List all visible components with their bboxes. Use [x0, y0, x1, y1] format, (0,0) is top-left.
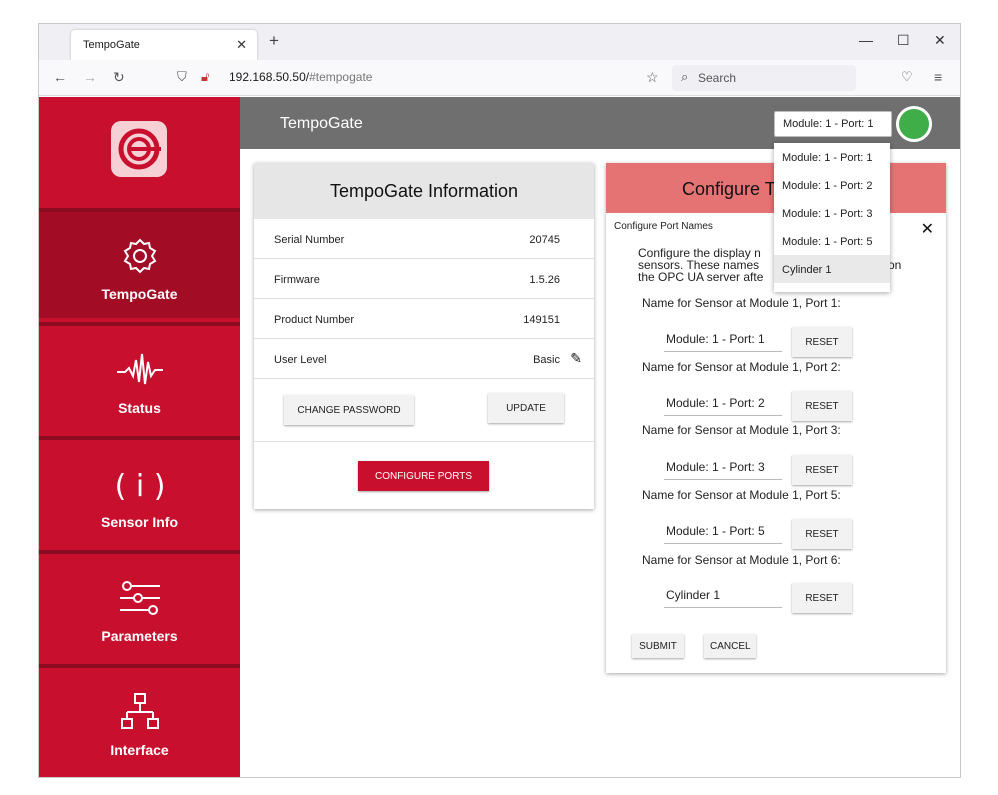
port-name-input[interactable]: Module: 1 - Port: 1: [664, 332, 782, 352]
shield-icon[interactable]: ⛉: [177, 69, 187, 85]
network-icon: [115, 690, 165, 734]
browser-tab[interactable]: TempoGate ✕: [71, 30, 257, 60]
port-label: Name for Sensor at Module 1, Port 5:: [642, 488, 841, 502]
lock-icon[interactable]: 🔓︎: [201, 69, 209, 85]
tab-close-icon[interactable]: ✕: [236, 37, 247, 53]
reset-button[interactable]: RESET: [792, 583, 852, 613]
info-value: Basic: [533, 354, 560, 366]
url-path: #tempogate: [309, 70, 373, 84]
pocket-icon[interactable]: ♡: [901, 69, 913, 85]
logo-area: [39, 97, 240, 208]
port-name-input[interactable]: Module: 1 - Port: 2: [664, 396, 782, 416]
tab-title: TempoGate: [83, 39, 140, 51]
dropdown-option[interactable]: Module: 1 - Port: 2: [774, 171, 890, 199]
app-header: TempoGate Module: 1 - Port: 1: [240, 97, 960, 149]
reset-button[interactable]: RESET: [792, 455, 852, 485]
sidebar-item-sensor-info[interactable]: ( i ) Sensor Info: [39, 436, 240, 546]
sliders-icon: [115, 576, 165, 620]
dropdown-option[interactable]: Module: 1 - Port: 3: [774, 199, 890, 227]
info-card-title: TempoGate Information: [254, 163, 594, 219]
reset-button[interactable]: RESET: [792, 327, 852, 357]
browser-window: TempoGate ✕ + — ☐ ✕ ← → ↻ ⛉ 🔓︎ 192.168.5…: [38, 23, 961, 778]
sidebar-item-label: Parameters: [101, 628, 178, 644]
info-row-serial: Serial Number 20745: [254, 219, 594, 259]
search-placeholder: Search: [698, 71, 737, 85]
info-label: User Level: [274, 354, 327, 366]
waveform-icon: [115, 348, 165, 392]
search-icon: ⌕: [681, 69, 689, 84]
minimize-icon[interactable]: —: [859, 32, 873, 48]
bookmark-star-icon[interactable]: ☆: [646, 69, 659, 86]
module-select[interactable]: Module: 1 - Port: 1: [774, 111, 892, 137]
menu-icon[interactable]: ≡: [934, 69, 942, 85]
cancel-button[interactable]: CANCEL: [704, 634, 756, 658]
dropdown-option[interactable]: Module: 1 - Port: 1: [774, 143, 890, 171]
module-dropdown-menu: Module: 1 - Port: 1 Module: 1 - Port: 2 …: [774, 143, 890, 292]
reset-button[interactable]: RESET: [792, 519, 852, 549]
port-name-input[interactable]: Module: 1 - Port: 3: [664, 460, 782, 480]
sidebar-item-status[interactable]: Status: [39, 322, 240, 432]
port-name-input[interactable]: Cylinder 1: [664, 588, 782, 608]
update-button[interactable]: UPDATE: [488, 393, 564, 423]
tab-bar: TempoGate ✕ + — ☐ ✕: [39, 24, 960, 60]
sidebar-item-label: Interface: [110, 742, 169, 758]
change-password-button[interactable]: CHANGE PASSWORD: [284, 395, 414, 425]
module-select-value: Module: 1 - Port: 1: [783, 118, 874, 130]
svg-text:( i ): ( i ): [115, 469, 165, 504]
info-label: Firmware: [274, 274, 320, 286]
info-label: Product Number: [274, 314, 355, 326]
dropdown-option[interactable]: Module: 1 - Port: 5: [774, 227, 890, 255]
port-label: Name for Sensor at Module 1, Port 6:: [642, 553, 841, 567]
port-label: Name for Sensor at Module 1, Port 1:: [642, 296, 841, 310]
dropdown-option[interactable]: Cylinder 1: [774, 255, 890, 283]
sidebar-item-tempogate[interactable]: TempoGate: [39, 208, 240, 318]
maximize-icon[interactable]: ☐: [897, 32, 910, 49]
sidebar-item-label: TempoGate: [101, 286, 178, 302]
configure-subtitle: Configure Port Names: [614, 221, 713, 232]
edit-pencil-icon[interactable]: ✎: [570, 350, 582, 367]
gear-icon: [115, 234, 165, 278]
back-icon[interactable]: ←: [53, 69, 67, 85]
nav-bar: ← → ↻ ⛉ 🔓︎ 192.168.50.50/#tempogate ☆ ⌕ …: [39, 60, 960, 96]
port-label: Name for Sensor at Module 1, Port 2:: [642, 360, 841, 374]
sidebar-item-label: Status: [118, 400, 161, 416]
submit-button[interactable]: SUBMIT: [632, 634, 684, 658]
window-close-icon[interactable]: ✕: [934, 32, 946, 49]
info-icon: ( i ): [115, 462, 166, 506]
forward-icon[interactable]: →: [83, 69, 97, 85]
info-value: 20745: [529, 234, 560, 246]
info-value: 149151: [523, 314, 560, 326]
sidebar-item-parameters[interactable]: Parameters: [39, 550, 240, 660]
url-host: 192.168.50.50/: [229, 70, 310, 84]
description-line: sensors. These names: [638, 258, 760, 272]
connection-status-indicator: [896, 106, 932, 142]
info-row-firmware: Firmware 1.5.26: [254, 259, 594, 299]
sidebar-item-label: Sensor Info: [100, 514, 178, 530]
sidebar-item-interface[interactable]: Interface: [39, 664, 240, 774]
info-value: 1.5.26: [529, 274, 560, 286]
close-icon[interactable]: ✕: [921, 219, 934, 239]
search-input[interactable]: ⌕ Search: [672, 65, 856, 91]
new-tab-icon[interactable]: +: [269, 31, 279, 51]
info-row-product-number: Product Number 149151: [254, 299, 594, 339]
logo: [111, 121, 167, 177]
configure-ports-button[interactable]: CONFIGURE PORTS: [358, 461, 489, 491]
info-label: Serial Number: [274, 234, 345, 246]
port-label: Name for Sensor at Module 1, Port 3:: [642, 423, 841, 437]
description-line-tail: on: [888, 258, 902, 272]
page-title: TempoGate: [280, 115, 363, 132]
port-name-input[interactable]: Module: 1 - Port: 5: [664, 524, 782, 544]
reload-icon[interactable]: ↻: [113, 69, 125, 86]
info-row-user-level: User Level Basic ✎: [254, 339, 594, 379]
address-bar[interactable]: 192.168.50.50/#tempogate: [229, 70, 372, 84]
reset-button[interactable]: RESET: [792, 391, 852, 421]
divider: [254, 441, 594, 442]
sidebar: TempoGate Status ( i ) Sensor Info Param…: [39, 97, 240, 777]
info-card: TempoGate Information Serial Number 2074…: [254, 163, 594, 509]
